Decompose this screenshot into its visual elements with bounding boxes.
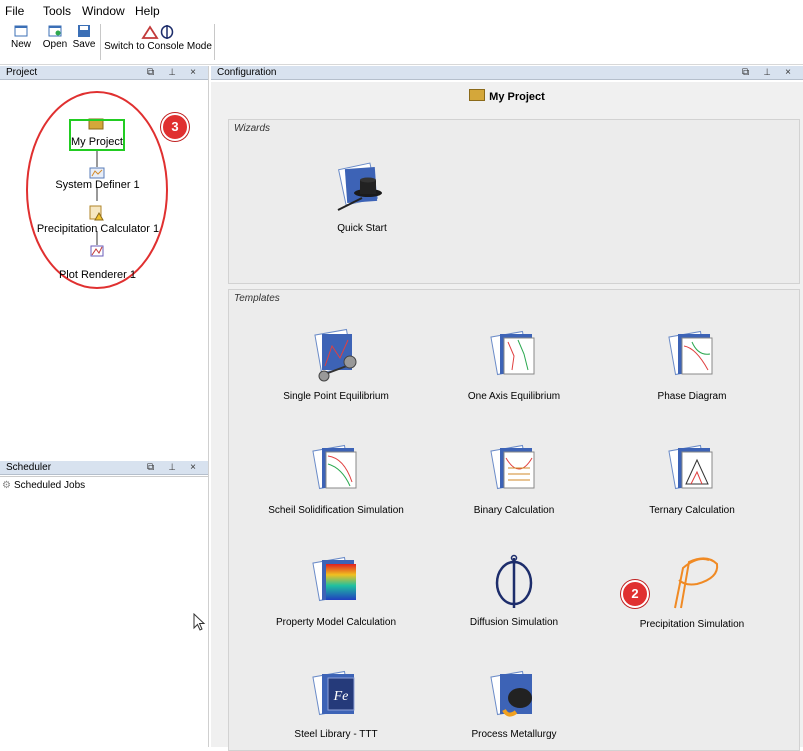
tile-single-point-equilibrium[interactable]: Single Point Equilibrium: [256, 326, 416, 402]
panel-controls[interactable]: ⧉ ⊥ ×: [147, 461, 202, 475]
tile-diffusion-simulation[interactable]: Diffusion Simulation: [434, 552, 594, 628]
ternary-calculation-icon: [668, 444, 713, 490]
menu-tools[interactable]: Tools: [43, 4, 71, 18]
phase-diagram-label: Phase Diagram: [657, 391, 727, 402]
tile-one-axis-equilibrium[interactable]: One Axis Equilibrium: [434, 326, 594, 402]
project-tree: My Project System Definer 1 Precipitatio…: [0, 81, 208, 457]
property-model-label: Property Model Calculation: [275, 617, 397, 628]
tile-steel-library-ttt[interactable]: Fe Steel Library - TTT: [256, 668, 416, 740]
process-metallurgy-label: Process Metallurgy: [471, 729, 557, 740]
single-point-equilibrium-label: Single Point Equilibrium: [283, 391, 389, 402]
tree-node-system-definer[interactable]: System Definer 1: [40, 179, 155, 191]
menu-bar: File Tools Window Help: [0, 0, 803, 20]
project-panel-title: Project: [6, 67, 38, 78]
one-axis-equilibrium-icon: [490, 330, 535, 376]
ternary-calculation-label: Ternary Calculation: [649, 505, 735, 516]
console-mode-icon: [141, 25, 174, 39]
scheduler-panel-title: Scheduler: [6, 462, 52, 473]
tile-property-model-calculation[interactable]: Property Model Calculation: [256, 552, 416, 628]
gear-icon: ⚙: [2, 480, 11, 491]
one-axis-equilibrium-label: One Axis Equilibrium: [467, 391, 561, 402]
tree-node-plot-renderer[interactable]: Plot Renderer 1: [40, 269, 155, 281]
steel-library-icon: Fe: [312, 670, 355, 716]
project-heading-text: My Project: [489, 91, 545, 103]
scheil-solidification-icon: [312, 444, 357, 490]
precipitation-simulation-icon: [674, 557, 719, 609]
new-button[interactable]: New: [3, 22, 39, 50]
templates-label: Templates: [234, 293, 280, 304]
tree-node-precipitation-calculator[interactable]: Precipitation Calculator 1: [14, 223, 182, 235]
wizards-label: Wizards: [234, 123, 271, 134]
new-file-icon: [14, 25, 28, 37]
scheil-solidification-label: Scheil Solidification Simulation: [268, 505, 404, 516]
new-label: New: [10, 39, 31, 50]
precipitation-calculator-icon: [89, 205, 104, 221]
scheduler-panel-header: Scheduler ⧉ ⊥ ×: [0, 461, 208, 475]
wizards-group: Wizards Quick Start: [228, 119, 800, 284]
project-heading: My Project: [211, 89, 803, 103]
tile-process-metallurgy[interactable]: Process Metallurgy: [434, 668, 594, 740]
open-button[interactable]: Open: [40, 22, 70, 50]
quick-start-icon: [337, 162, 382, 211]
scheduled-jobs-label: Scheduled Jobs: [13, 480, 86, 491]
scheduled-jobs-item[interactable]: ⚙ Scheduled Jobs: [2, 480, 85, 491]
annotation-badge-3: 3: [161, 113, 189, 141]
open-file-icon: [48, 25, 62, 37]
diffusion-simulation-icon: [495, 554, 533, 608]
project-panel-header: Project ⧉ ⊥ ×: [0, 66, 208, 80]
tile-scheil-solidification[interactable]: Scheil Solidification Simulation: [256, 440, 416, 516]
scheduler-body: ⚙ Scheduled Jobs: [0, 476, 208, 748]
console-mode-label: Switch to Console Mode: [104, 41, 212, 52]
process-metallurgy-icon: [490, 670, 532, 717]
tile-binary-calculation[interactable]: Binary Calculation: [434, 440, 594, 516]
toolbar: New Open Save Switch to Console Mode: [0, 20, 803, 65]
menu-file[interactable]: File: [5, 4, 24, 18]
phase-diagram-icon: [668, 330, 713, 376]
system-definer-icon: [89, 167, 105, 179]
tile-quick-start[interactable]: Quick Start: [282, 160, 442, 234]
tile-ternary-calculation[interactable]: Ternary Calculation: [612, 440, 772, 516]
open-label: Open: [42, 39, 68, 50]
save-button[interactable]: Save: [70, 22, 98, 50]
save-disk-icon: [78, 25, 90, 37]
folder-icon: [469, 89, 486, 101]
panel-controls[interactable]: ⧉ ⊥ ×: [742, 66, 797, 80]
single-point-equilibrium-icon: [314, 328, 357, 382]
toolbar-separator: [100, 24, 101, 60]
diffusion-simulation-label: Diffusion Simulation: [469, 617, 559, 628]
toolbar-separator: [214, 24, 215, 60]
save-label: Save: [72, 39, 96, 50]
menu-help[interactable]: Help: [135, 4, 160, 18]
binary-calculation-label: Binary Calculation: [473, 505, 555, 516]
svg-text:Fe: Fe: [333, 689, 349, 704]
tree-node-my-project[interactable]: My Project: [66, 136, 128, 148]
configuration-area: My Project Wizards Quick Start Templates: [211, 82, 803, 751]
plot-renderer-icon: [90, 245, 104, 257]
quick-start-label: Quick Start: [337, 223, 387, 234]
steel-library-label: Steel Library - TTT: [294, 729, 378, 740]
tile-phase-diagram[interactable]: Phase Diagram: [612, 326, 772, 402]
precipitation-simulation-label: Precipitation Simulation: [639, 619, 745, 630]
mouse-pointer-icon: [193, 613, 206, 631]
templates-group: Templates Single Point Equilibrium One A: [228, 289, 800, 751]
menu-window[interactable]: Window: [82, 4, 125, 18]
binary-calculation-icon: [490, 444, 535, 490]
console-mode-button[interactable]: Switch to Console Mode: [104, 22, 212, 52]
panel-controls[interactable]: ⧉ ⊥ ×: [147, 66, 202, 80]
annotation-badge-2: 2: [621, 580, 649, 608]
property-model-icon: [312, 556, 356, 602]
configuration-panel-header: Configuration ⧉ ⊥ ×: [211, 66, 803, 80]
configuration-panel-title: Configuration: [217, 67, 277, 78]
